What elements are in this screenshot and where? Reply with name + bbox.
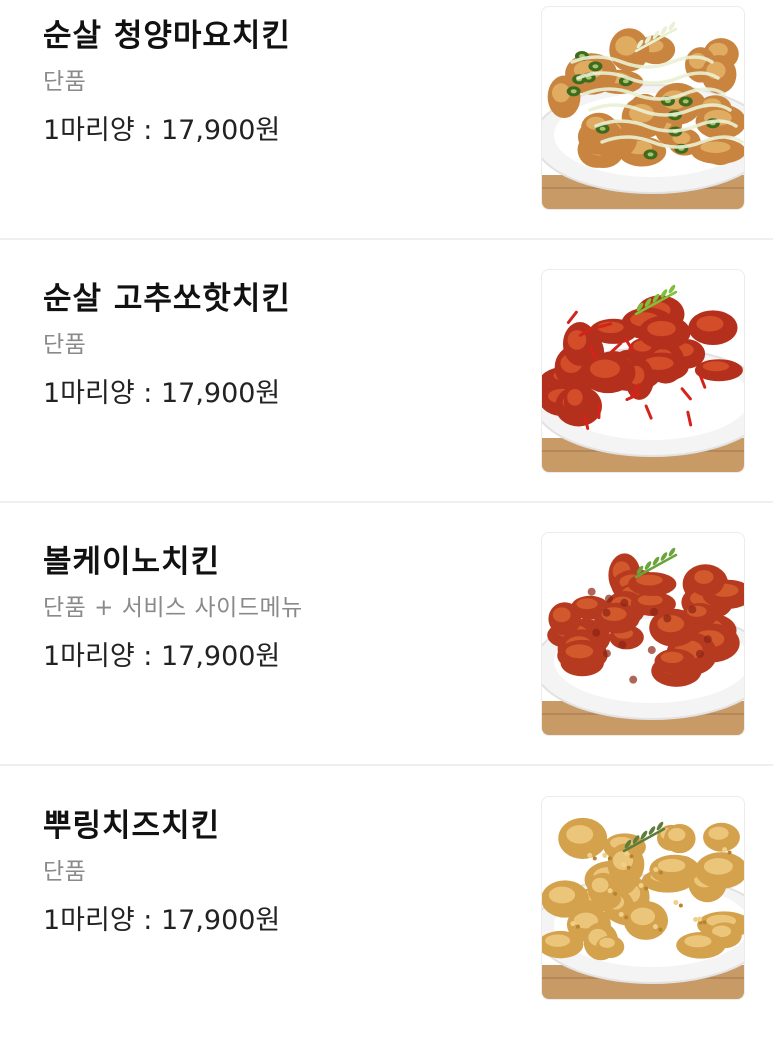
menu-list: 순살 청양마요치킨 단품 1마리양 : 17,900원 순살 고추쏘핫치킨 단품… <box>0 0 773 1013</box>
menu-item-option: 단품 <box>43 332 87 358</box>
menu-item-price: 1마리양 : 17,900원 <box>43 641 281 672</box>
menu-item-volcano[interactable]: 볼케이노치킨 단품 + 서비스 사이드메뉴 1마리양 : 17,900원 <box>0 526 773 789</box>
menu-item-name: 순살 고추쏘핫치킨 <box>43 281 291 317</box>
menu-item-image[interactable] <box>541 532 745 736</box>
volcano-chicken-photo-icon <box>542 547 744 735</box>
menu-item-price: 1마리양 : 17,900원 <box>43 378 281 409</box>
menu-item-name: 뿌링치즈치킨 <box>43 808 221 844</box>
menu-item-price: 1마리양 : 17,900원 <box>43 905 281 936</box>
spicy-red-chicken-photo-icon <box>542 284 744 472</box>
menu-item-option: 단품 <box>43 859 87 885</box>
menu-item-sunsal-gochu-so-hot[interactable]: 순살 고추쏘핫치킨 단품 1마리양 : 17,900원 <box>0 263 773 526</box>
menu-item-image[interactable] <box>541 796 745 1000</box>
menu-item-option: 단품 + 서비스 사이드메뉴 <box>43 595 303 621</box>
item-divider <box>0 238 773 240</box>
item-divider <box>0 501 773 503</box>
menu-item-price: 1마리양 : 17,900원 <box>43 115 281 146</box>
menu-item-name: 순살 청양마요치킨 <box>43 18 291 54</box>
menu-item-name: 볼케이노치킨 <box>43 544 221 580</box>
item-divider <box>0 764 773 766</box>
yangnyeom-mayo-chicken-photo-icon <box>542 21 744 209</box>
cheese-powder-chicken-photo-icon <box>542 817 744 999</box>
menu-item-bburing-cheese[interactable]: 뿌링치즈치킨 단품 1마리양 : 17,900원 <box>0 790 773 1053</box>
menu-item-option: 단품 <box>43 69 87 95</box>
menu-item-image[interactable] <box>541 269 745 473</box>
menu-item-sunsal-cheongyang-mayo[interactable]: 순살 청양마요치킨 단품 1마리양 : 17,900원 <box>0 0 773 263</box>
menu-item-image[interactable] <box>541 6 745 210</box>
